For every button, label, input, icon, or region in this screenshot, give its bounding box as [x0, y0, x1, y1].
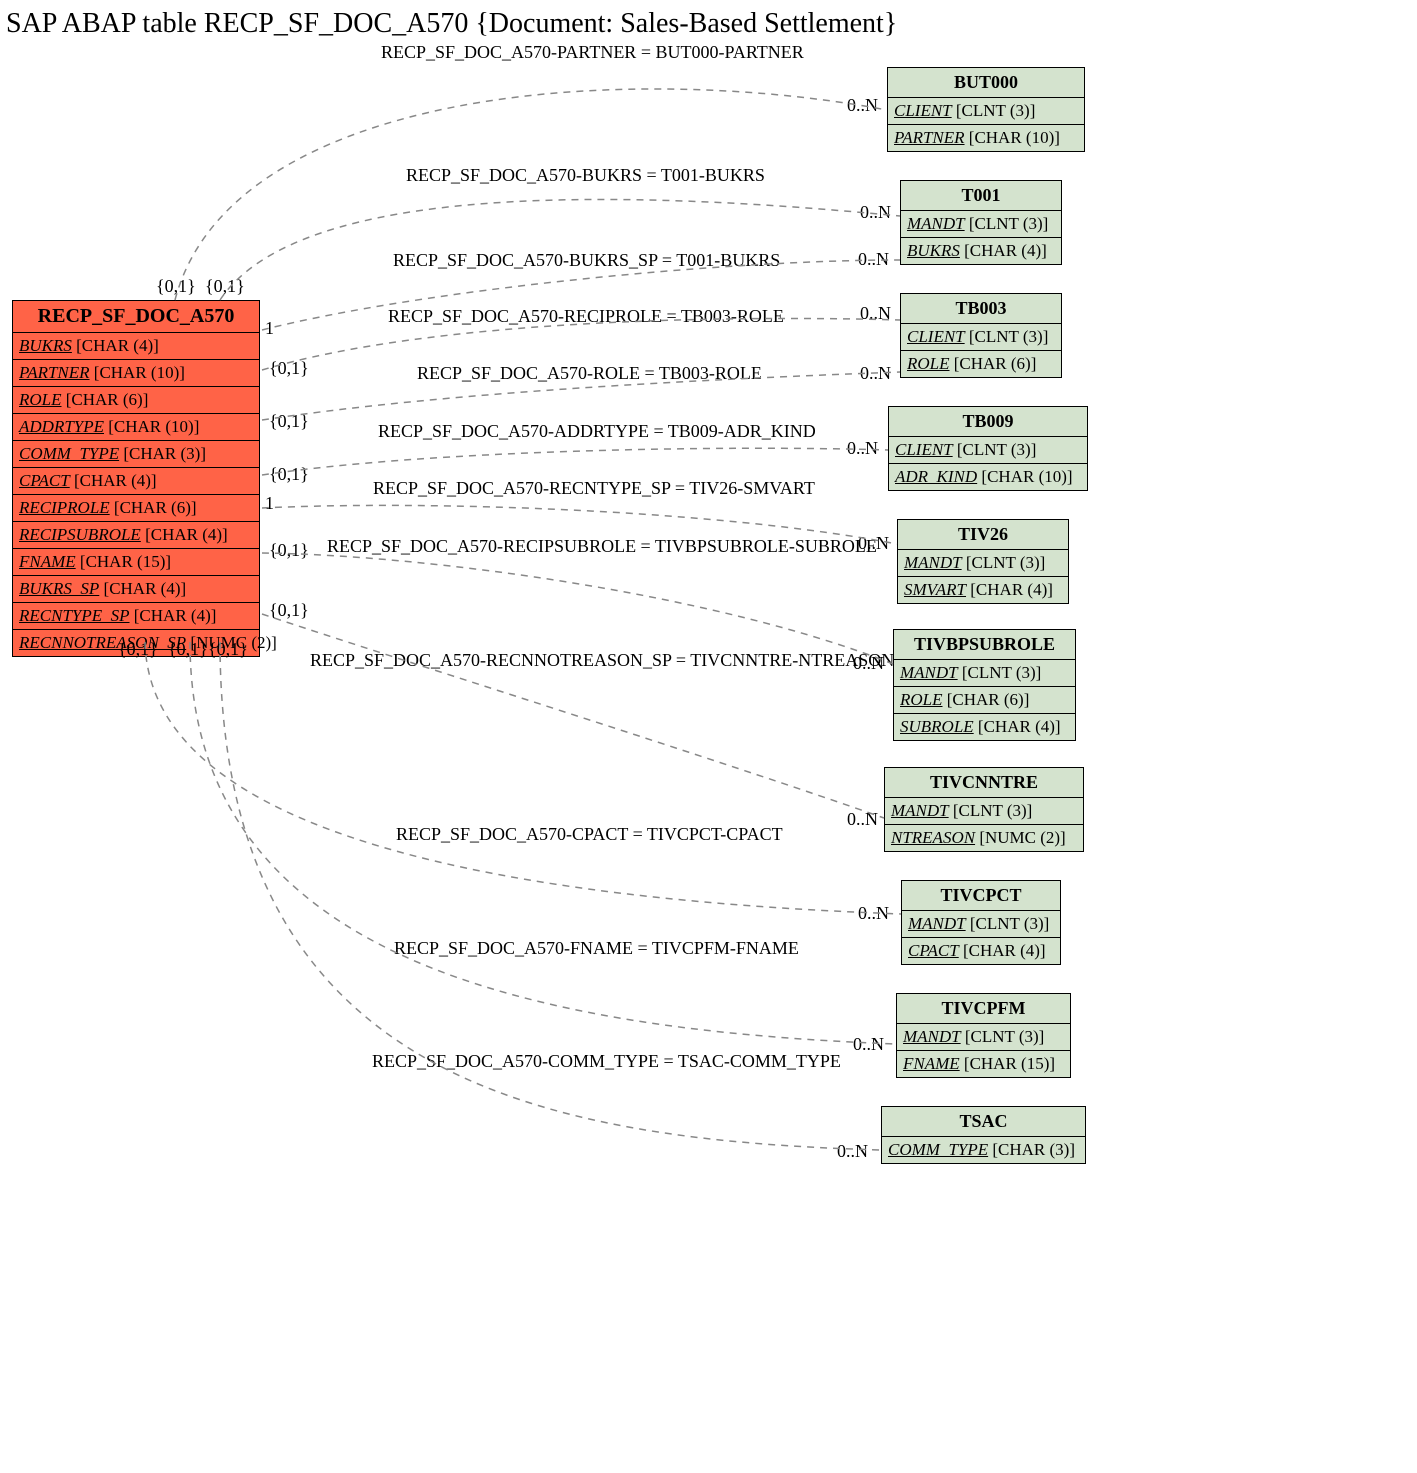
card-left: {0,1}	[269, 600, 309, 621]
edge-label: RECP_SF_DOC_A570-RECIPROLE = TB003-ROLE	[388, 306, 784, 327]
rel-box-tb009: TB009 CLIENT [CLNT (3)] ADR_KIND [CHAR (…	[888, 406, 1088, 491]
card-left: {0,1}	[269, 358, 309, 379]
edge-label: RECP_SF_DOC_A570-RECNNOTREASON_SP = TIVC…	[310, 650, 894, 671]
card-left: {0,1}	[168, 639, 208, 660]
main-field: ROLE [CHAR (6)]	[13, 387, 259, 414]
rel-box-tivcpfm: TIVCPFM MANDT [CLNT (3)] FNAME [CHAR (15…	[896, 993, 1071, 1078]
card-left: 1	[265, 318, 274, 339]
rel-field: MANDT [CLNT (3)]	[885, 798, 1083, 825]
rel-field: MANDT [CLNT (3)]	[902, 911, 1060, 938]
edge-label: RECP_SF_DOC_A570-RECIPSUBROLE = TIVBPSUB…	[327, 536, 877, 557]
main-field: RECNTYPE_SP [CHAR (4)]	[13, 603, 259, 630]
edge-label: RECP_SF_DOC_A570-COMM_TYPE = TSAC-COMM_T…	[372, 1051, 841, 1072]
rel-box-tb003: TB003 CLIENT [CLNT (3)] ROLE [CHAR (6)]	[900, 293, 1062, 378]
main-field: BUKRS [CHAR (4)]	[13, 333, 259, 360]
rel-field: MANDT [CLNT (3)]	[897, 1024, 1070, 1051]
rel-field: CPACT [CHAR (4)]	[902, 938, 1060, 964]
card-right: 0..N	[853, 653, 884, 674]
rel-field: BUKRS [CHAR (4)]	[901, 238, 1061, 264]
edge-label: RECP_SF_DOC_A570-PARTNER = BUT000-PARTNE…	[381, 42, 804, 63]
edge-label: RECP_SF_DOC_A570-RECNTYPE_SP = TIV26-SMV…	[373, 478, 815, 499]
edge-label: RECP_SF_DOC_A570-FNAME = TIVCPFM-FNAME	[394, 938, 799, 959]
card-left: {0,1}	[156, 276, 196, 297]
main-field: BUKRS_SP [CHAR (4)]	[13, 576, 259, 603]
card-left: {0,1}	[205, 276, 245, 297]
rel-box-but000: BUT000 CLIENT [CLNT (3)] PARTNER [CHAR (…	[887, 67, 1085, 152]
main-field: ADDRTYPE [CHAR (10)]	[13, 414, 259, 441]
rel-name: TIV26	[898, 520, 1068, 550]
edge-label: RECP_SF_DOC_A570-BUKRS_SP = T001-BUKRS	[393, 250, 780, 271]
rel-name: TIVCPCT	[902, 881, 1060, 911]
card-left: {0,1}	[269, 464, 309, 485]
card-right: 0..N	[860, 363, 891, 384]
main-field: RECIPROLE [CHAR (6)]	[13, 495, 259, 522]
rel-box-tivcnntre: TIVCNNTRE MANDT [CLNT (3)] NTREASON [NUM…	[884, 767, 1084, 852]
rel-box-tivcpct: TIVCPCT MANDT [CLNT (3)] CPACT [CHAR (4)…	[901, 880, 1061, 965]
card-right: 0..N	[858, 533, 889, 554]
rel-field: MANDT [CLNT (3)]	[901, 211, 1061, 238]
card-left: 1	[265, 493, 274, 514]
page-title: SAP ABAP table RECP_SF_DOC_A570 {Documen…	[6, 8, 897, 40]
rel-field: COMM_TYPE [CHAR (3)]	[882, 1137, 1085, 1163]
edge-label: RECP_SF_DOC_A570-ROLE = TB003-ROLE	[417, 363, 762, 384]
rel-name: TIVCNNTRE	[885, 768, 1083, 798]
rel-name: T001	[901, 181, 1061, 211]
rel-name: TIVCPFM	[897, 994, 1070, 1024]
main-field: COMM_TYPE [CHAR (3)]	[13, 441, 259, 468]
rel-name: TIVBPSUBROLE	[894, 630, 1075, 660]
rel-box-tsac: TSAC COMM_TYPE [CHAR (3)]	[881, 1106, 1086, 1164]
card-right: 0..N	[858, 249, 889, 270]
rel-field: SMVART [CHAR (4)]	[898, 577, 1068, 603]
card-right: 0..N	[860, 202, 891, 223]
card-right: 0..N	[860, 303, 891, 324]
edge-label: RECP_SF_DOC_A570-ADDRTYPE = TB009-ADR_KI…	[378, 421, 816, 442]
rel-field: ROLE [CHAR (6)]	[901, 351, 1061, 377]
card-left: {0,1}	[208, 639, 248, 660]
card-right: 0..N	[847, 438, 878, 459]
rel-name: TSAC	[882, 1107, 1085, 1137]
main-field: PARTNER [CHAR (10)]	[13, 360, 259, 387]
main-field: RECIPSUBROLE [CHAR (4)]	[13, 522, 259, 549]
rel-field: MANDT [CLNT (3)]	[894, 660, 1075, 687]
card-right: 0..N	[847, 95, 878, 116]
rel-field: CLIENT [CLNT (3)]	[889, 437, 1087, 464]
rel-box-tivbpsubrole: TIVBPSUBROLE MANDT [CLNT (3)] ROLE [CHAR…	[893, 629, 1076, 741]
card-right: 0..N	[853, 1034, 884, 1055]
rel-name: TB009	[889, 407, 1087, 437]
rel-box-t001: T001 MANDT [CLNT (3)] BUKRS [CHAR (4)]	[900, 180, 1062, 265]
main-table-name: RECP_SF_DOC_A570	[13, 301, 259, 333]
main-table-box: RECP_SF_DOC_A570 BUKRS [CHAR (4)] PARTNE…	[12, 300, 260, 657]
diagram-canvas: SAP ABAP table RECP_SF_DOC_A570 {Documen…	[0, 0, 1417, 1473]
rel-box-tiv26: TIV26 MANDT [CLNT (3)] SMVART [CHAR (4)]	[897, 519, 1069, 604]
card-right: 0..N	[837, 1141, 868, 1162]
edge-label: RECP_SF_DOC_A570-BUKRS = T001-BUKRS	[406, 165, 765, 186]
rel-field: CLIENT [CLNT (3)]	[901, 324, 1061, 351]
card-left: {0,1}	[269, 411, 309, 432]
rel-field: PARTNER [CHAR (10)]	[888, 125, 1084, 151]
rel-field: MANDT [CLNT (3)]	[898, 550, 1068, 577]
rel-name: TB003	[901, 294, 1061, 324]
card-left: {0,1}	[269, 540, 309, 561]
edge-label: RECP_SF_DOC_A570-CPACT = TIVCPCT-CPACT	[396, 824, 783, 845]
edges-svg	[0, 0, 1417, 1473]
main-field: FNAME [CHAR (15)]	[13, 549, 259, 576]
rel-field: SUBROLE [CHAR (4)]	[894, 714, 1075, 740]
rel-field: ROLE [CHAR (6)]	[894, 687, 1075, 714]
rel-field: ADR_KIND [CHAR (10)]	[889, 464, 1087, 490]
card-right: 0..N	[858, 903, 889, 924]
rel-field: CLIENT [CLNT (3)]	[888, 98, 1084, 125]
rel-field: FNAME [CHAR (15)]	[897, 1051, 1070, 1077]
card-left: {0,1}	[118, 639, 158, 660]
main-field: CPACT [CHAR (4)]	[13, 468, 259, 495]
card-right: 0..N	[847, 809, 878, 830]
rel-name: BUT000	[888, 68, 1084, 98]
rel-field: NTREASON [NUMC (2)]	[885, 825, 1083, 851]
